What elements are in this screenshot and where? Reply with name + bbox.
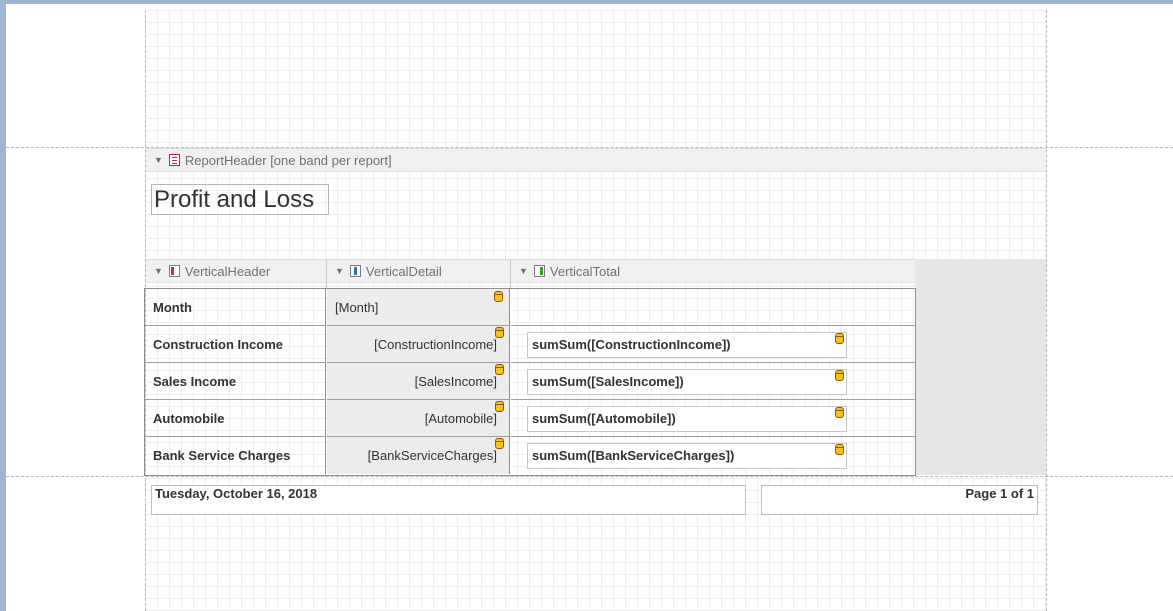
- footer-date-field[interactable]: Tuesday, October 16, 2018: [151, 485, 746, 515]
- vertical-detail-band-icon: [349, 265, 361, 277]
- report-header-band-label: ReportHeader [one band per report]: [184, 152, 392, 168]
- footer-page-info-field[interactable]: Page 1 of 1: [761, 485, 1038, 515]
- vertical-total-band-icon: [533, 265, 545, 277]
- collapse-arrow-icon[interactable]: ▼: [519, 266, 528, 276]
- collapse-arrow-icon[interactable]: ▼: [154, 155, 163, 165]
- vertical-header-band-label: VerticalHeader: [184, 263, 271, 279]
- bottom-margin-guide[interactable]: [6, 476, 1173, 477]
- vertical-total-band-strip[interactable]: ▼ VerticalTotal: [511, 259, 915, 283]
- collapse-arrow-icon[interactable]: ▼: [154, 266, 163, 276]
- vertical-total-band-label: VerticalTotal: [549, 263, 621, 279]
- report-title-label[interactable]: Profit and Loss: [151, 184, 329, 215]
- vertical-header-band-icon: [168, 265, 180, 277]
- vertical-detail-band-strip[interactable]: ▼ VerticalDetail: [327, 259, 510, 283]
- right-margin-guide[interactable]: [1046, 10, 1047, 611]
- report-header-band-strip[interactable]: ▼ ReportHeader [one band per report]: [146, 148, 1046, 172]
- collapse-arrow-icon[interactable]: ▼: [335, 266, 344, 276]
- vertical-detail-band-label: VerticalDetail: [365, 263, 442, 279]
- vertical-header-band-strip[interactable]: ▼ VerticalHeader: [146, 259, 326, 283]
- report-header-band-icon: [168, 154, 180, 166]
- unused-band-area: [915, 259, 1046, 475]
- vertical-bands-table: [144, 288, 916, 476]
